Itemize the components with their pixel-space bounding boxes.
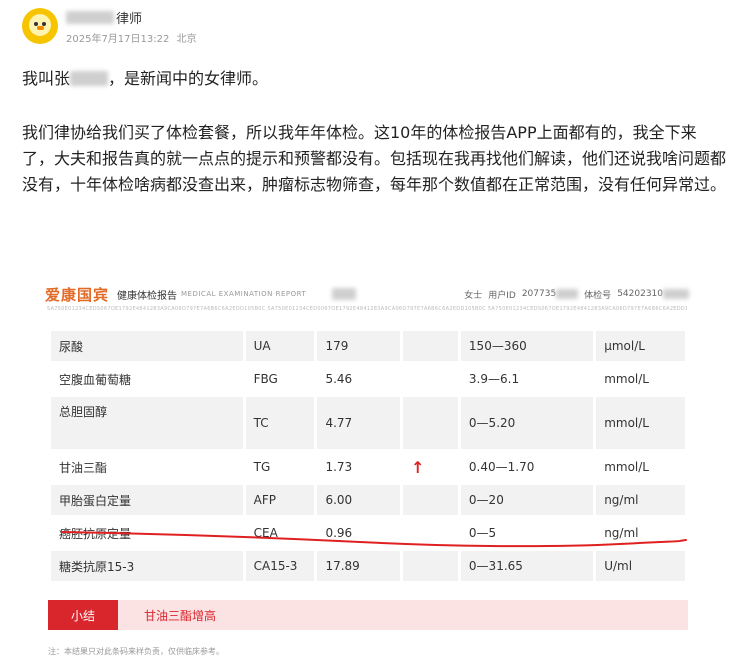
intro-text-a: 我叫张 — [22, 69, 71, 88]
table-row: 总胆固醇 TC 4.77 0—5.20 mmol/L — [48, 394, 688, 452]
test-name: 癌胚抗原定量 — [48, 515, 246, 551]
test-name: 糖类抗原15-3 — [48, 548, 246, 584]
user-id-label: 用户ID — [488, 290, 516, 301]
test-code: FBG — [242, 361, 318, 397]
test-code: AFP — [242, 482, 318, 518]
exam-no-value: 54202310 — [617, 289, 663, 299]
test-name: 空腹血葡萄糖 — [48, 361, 246, 397]
test-value: 179 — [314, 328, 404, 364]
test-code: UA — [242, 328, 318, 364]
post-location: 北京 — [176, 33, 197, 45]
test-code: TG — [242, 449, 318, 485]
arrow-up-icon: ↑ — [400, 449, 461, 485]
test-name: 总胆固醇 — [48, 394, 246, 452]
gender-label: 女士 — [464, 290, 483, 301]
report-patient-info: 女士 用户ID 207735 体检号 54202310 — [464, 288, 697, 301]
report-header: 爱康国宾 健康体检报告 MEDICAL EXAMINATION REPORT 女… — [45, 284, 697, 304]
test-flag — [400, 361, 461, 397]
report-title: 健康体检报告 — [117, 290, 178, 302]
test-value: 17.89 — [314, 548, 404, 584]
test-range: 0—20 — [457, 482, 597, 518]
report-footnote: 注：本结果只对此条码来样负责，仅供临床参考。 — [48, 647, 224, 656]
test-unit: mmol/L — [593, 361, 688, 397]
table-row: 甘油三酯 TG 1.73 ↑ 0.40—1.70 mmol/L — [48, 449, 688, 485]
test-range: 0.40—1.70 — [457, 449, 597, 485]
test-name: 甲胎蛋白定量 — [48, 482, 246, 518]
test-range: 3.9—6.1 — [457, 361, 597, 397]
test-value: 5.46 — [314, 361, 404, 397]
report-brand: 爱康国宾 — [45, 285, 110, 304]
test-flag — [400, 394, 461, 452]
redaction-blur — [70, 71, 109, 86]
test-value: 0.96 — [314, 515, 404, 551]
username-text: 律师 — [116, 11, 143, 27]
summary-label: 小结 — [48, 600, 118, 630]
redaction-blur — [556, 289, 579, 299]
test-name: 尿酸 — [48, 328, 246, 364]
test-value: 4.77 — [314, 394, 404, 452]
avatar[interactable] — [22, 8, 58, 44]
summary-text: 甘油三酯增高 — [144, 608, 217, 623]
post-meta: 2025年7月17日13:22 北京 — [66, 30, 197, 45]
report-barcode-text: 5A750E01234CEDS067OE1792E4841283A9CA06D7… — [47, 306, 687, 312]
user-id-value: 207735 — [521, 289, 557, 299]
test-unit: mmol/L — [593, 394, 688, 452]
table-row: 癌胚抗原定量 CEA 0.96 0—5 ng/ml — [48, 515, 688, 551]
report-subtitle: MEDICAL EXAMINATION REPORT — [181, 290, 307, 298]
test-unit: mmol/L — [593, 449, 688, 485]
test-range: 0—31.65 — [457, 548, 597, 584]
summary-bar: 小结 甘油三酯增高 — [48, 600, 688, 630]
post-date: 2025年7月17日13:22 — [66, 33, 170, 45]
table-row: 空腹血葡萄糖 FBG 5.46 3.9—6.1 mmol/L — [48, 361, 688, 397]
test-flag — [400, 482, 461, 518]
exam-no-label: 体检号 — [584, 290, 612, 301]
test-code: TC — [242, 394, 318, 452]
test-name: 甘油三酯 — [48, 449, 246, 485]
table-row: 尿酸 UA 179 150—360 μmol/L — [48, 328, 688, 364]
test-range: 0—5.20 — [457, 394, 597, 452]
test-unit: ng/ml — [593, 482, 688, 518]
redaction-blur — [663, 289, 689, 299]
body-paragraph: 我们律协给我们买了体检套餐，所以我年年体检。这10年的体检报告APP上面都有的，… — [22, 123, 727, 194]
test-code: CA15-3 — [242, 548, 318, 584]
post-header: 律师 2025年7月17日13:22 北京 — [22, 4, 197, 48]
test-value: 1.73 — [314, 449, 404, 485]
intro-text-b: ，是新闻中的女律师。 — [108, 69, 269, 88]
test-range: 150—360 — [457, 328, 597, 364]
test-flag — [400, 328, 461, 364]
test-value: 6.00 — [314, 482, 404, 518]
username[interactable]: 律师 — [66, 8, 197, 27]
medical-report-image: 爱康国宾 健康体检报告 MEDICAL EXAMINATION REPORT 女… — [45, 270, 697, 662]
author-info: 律师 2025年7月17日13:22 北京 — [66, 8, 197, 45]
table-row: 甲胎蛋白定量 AFP 6.00 0—20 ng/ml — [48, 482, 688, 518]
table-row: 糖类抗原15-3 CA15-3 17.89 0—31.65 U/ml — [48, 548, 688, 584]
intro-paragraph: 我叫张 ，是新闻中的女律师。 — [22, 66, 727, 92]
test-flag — [400, 515, 461, 551]
redaction-blur — [66, 10, 114, 24]
test-unit: U/ml — [593, 548, 688, 584]
test-flag — [400, 548, 461, 584]
results-table: 尿酸 UA 179 150—360 μmol/L 空腹血葡萄糖 FBG 5.46… — [48, 328, 688, 584]
test-unit: ng/ml — [593, 515, 688, 551]
duck-face-icon — [29, 14, 51, 36]
test-unit: μmol/L — [593, 328, 688, 364]
beak-icon — [37, 26, 44, 30]
redaction-blur — [332, 288, 357, 300]
test-range: 0—5 — [457, 515, 597, 551]
test-code: CEA — [242, 515, 318, 551]
